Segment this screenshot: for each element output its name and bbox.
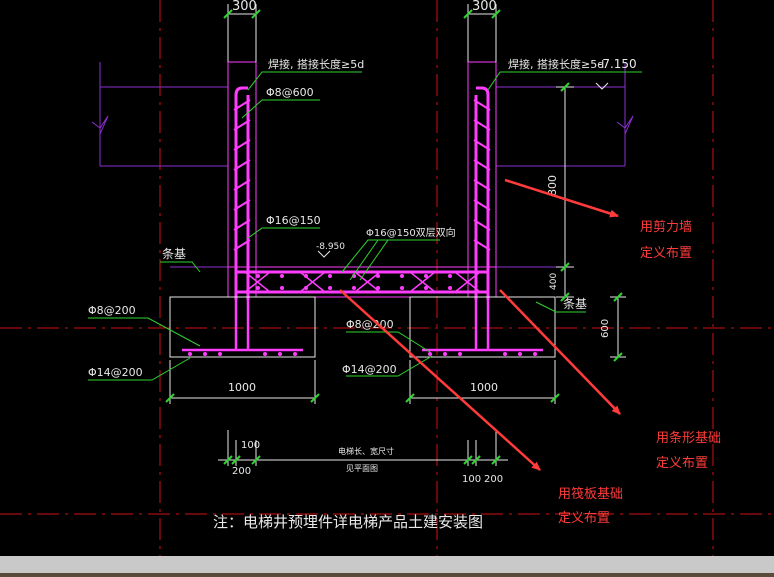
slab-rebar: Φ16@150双层双向 <box>366 226 456 239</box>
dim-pit-size-sub: 见平面图 <box>346 464 378 473</box>
annotation-raft-foundation: 用筏板基础 <box>558 486 623 502</box>
dim-strip-height: 600 <box>600 319 611 338</box>
dim-strip-width-left: 1000 <box>228 381 256 394</box>
weld-note-right: 焊接, 搭接长度≥5d <box>508 57 604 71</box>
strip-main-right: Φ14@200 <box>342 363 397 376</box>
dim-pit-size: 电梯长、宽尺寸 <box>338 446 394 456</box>
wall-rebar-vertical: Φ8@600 <box>266 86 314 99</box>
dim-strip-width-right: 1000 <box>470 381 498 394</box>
top-level: -7.150 <box>598 57 637 71</box>
dim-200-right: 200 <box>484 474 503 485</box>
dim-wall-left: 300 <box>232 0 257 14</box>
dim-200-left: 200 <box>232 466 251 477</box>
annotation-shear-wall-sub: 定义布置 <box>640 246 692 261</box>
wall-rebar-horizontal: Φ16@150 <box>266 214 321 227</box>
annotation-shear-wall: 用剪力墙 <box>640 219 692 235</box>
weld-note-left: 焊接, 搭接长度≥5d <box>268 57 364 71</box>
drawing-note: 注：电梯井预埋件详电梯产品土建安装图 <box>213 513 483 531</box>
strip-main-left: Φ14@200 <box>88 366 143 379</box>
dim-100-left: 100 <box>241 440 260 451</box>
strip-label-right: 条基 <box>563 297 587 311</box>
bottom-level: -8.950 <box>316 242 345 252</box>
dim-wall-right: 300 <box>472 0 497 14</box>
strip-label-left: 条基 <box>162 247 186 261</box>
dim-100-right: 100 <box>462 474 481 485</box>
dim-slab-thickness: 400 <box>549 273 559 290</box>
annotation-raft-foundation-sub: 定义布置 <box>558 511 610 526</box>
strip-stirrup-left: Φ8@200 <box>88 304 136 317</box>
strip-stirrup-right: Φ8@200 <box>346 318 394 331</box>
drawing-background <box>0 0 774 556</box>
annotation-strip-foundation: 用条形基础 <box>656 430 721 446</box>
bottom-bar-edge <box>0 573 774 577</box>
cad-drawing: 300 300 800 400 600 1000 1000 100 200 10… <box>0 0 774 577</box>
annotation-strip-foundation-sub: 定义布置 <box>656 456 708 471</box>
